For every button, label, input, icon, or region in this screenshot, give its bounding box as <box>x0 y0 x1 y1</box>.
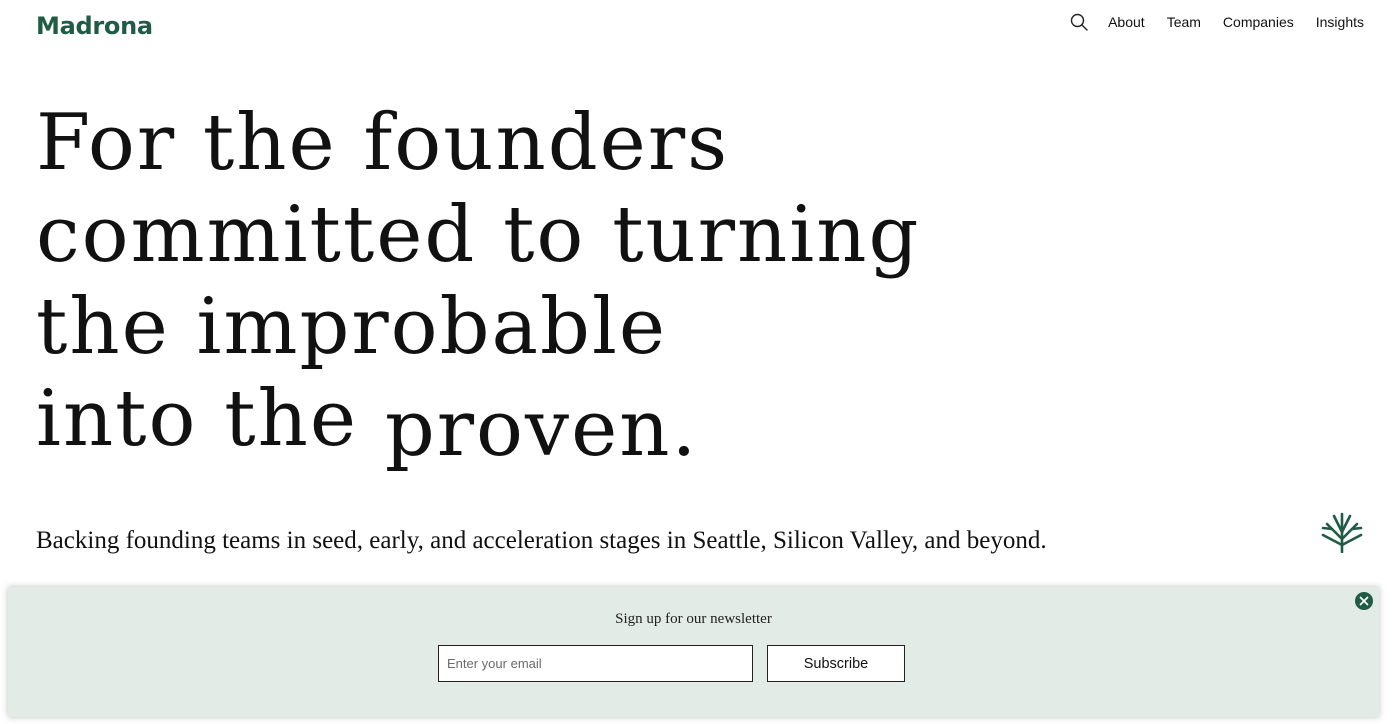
close-newsletter-button[interactable] <box>1355 592 1373 610</box>
close-icon <box>1359 596 1369 606</box>
nav-companies[interactable]: Companies <box>1223 11 1294 33</box>
tree-icon <box>1321 512 1363 553</box>
nav-insights[interactable]: Insights <box>1316 11 1364 33</box>
hero-emphasis-word: proven. <box>384 384 699 474</box>
nav-team[interactable]: Team <box>1167 11 1201 33</box>
hero-line-4-text: into the <box>36 374 359 464</box>
hero-line-2: committed to turning <box>36 190 921 280</box>
newsletter-banner: Sign up for our newsletter Subscribe <box>8 587 1379 717</box>
main-nav: About Team Companies Insights <box>1069 11 1364 33</box>
site-header: Madrona About Team Companies Insights <box>0 0 1400 52</box>
hero-headline: For the founders committed to turning th… <box>36 97 921 474</box>
madrona-logo[interactable]: Madrona <box>36 10 153 42</box>
tagline: Backing founding teams in seed, early, a… <box>36 527 1047 554</box>
subscribe-button[interactable]: Subscribe <box>767 645 905 682</box>
newsletter-title: Sign up for our newsletter <box>615 611 772 627</box>
hero-line-4: into the proven. <box>36 373 920 474</box>
hero-line-1: For the founders <box>36 98 730 188</box>
search-icon[interactable] <box>1069 12 1089 32</box>
nav-about[interactable]: About <box>1108 11 1145 33</box>
email-input[interactable] <box>438 645 753 682</box>
hero-line-3: the improbable <box>36 282 668 372</box>
